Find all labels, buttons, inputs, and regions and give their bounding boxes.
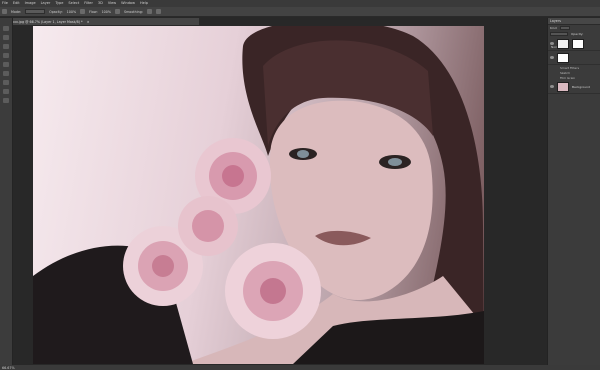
pressure-size-icon[interactable] bbox=[155, 9, 161, 14]
text-tool-icon[interactable] bbox=[3, 89, 9, 94]
eye-icon[interactable] bbox=[550, 42, 554, 45]
move-tool-icon[interactable] bbox=[3, 26, 9, 31]
filter-sketch-label: Sketch bbox=[560, 70, 571, 75]
pressure-opacity-icon[interactable] bbox=[80, 9, 86, 14]
document-canvas[interactable] bbox=[33, 26, 484, 364]
mode-select[interactable]: Normal bbox=[25, 9, 46, 26]
layer-mask-thumbnail[interactable] bbox=[572, 38, 584, 49]
lasso-tool-icon[interactable] bbox=[3, 44, 9, 49]
opacity-label: Opacity: bbox=[49, 9, 63, 14]
eye-icon[interactable] bbox=[550, 85, 554, 88]
tools-panel bbox=[0, 18, 13, 365]
gradient-tool-icon[interactable] bbox=[3, 80, 9, 85]
canvas-area bbox=[13, 25, 547, 365]
options-bar: Mode: Normal Opacity: 100% Flow: 100% Sm… bbox=[0, 7, 600, 26]
brush-tool-icon[interactable] bbox=[3, 62, 9, 67]
kind-label: Kind bbox=[550, 26, 557, 30]
photo-woman-with-roses bbox=[33, 26, 484, 364]
layer-name: Background bbox=[572, 84, 590, 89]
eraser-tool-icon[interactable] bbox=[3, 71, 9, 76]
layers-panel: Layers Kind Normal Opacity: Smart Filter… bbox=[547, 18, 600, 365]
flow-value[interactable]: 100% bbox=[102, 10, 111, 14]
close-icon[interactable]: × bbox=[87, 20, 90, 24]
status-bar: 66.67% bbox=[0, 365, 600, 370]
flow-label: Flow: bbox=[89, 9, 98, 14]
menu-edit[interactable]: Edit bbox=[13, 0, 20, 7]
menu-window[interactable]: Window bbox=[121, 0, 135, 7]
menu-image[interactable]: Image bbox=[25, 0, 36, 7]
marquee-tool-icon[interactable] bbox=[3, 35, 9, 40]
filter-film-grain-label: Film Grain bbox=[560, 75, 576, 80]
menu-type[interactable]: Type bbox=[55, 0, 63, 7]
smart-filters-label: Smart Filters bbox=[560, 65, 580, 70]
blend-mode-select[interactable]: Normal bbox=[550, 32, 568, 49]
menu-bar: File Edit Image Layer Type Select Filter… bbox=[0, 0, 600, 7]
smoothing-label: Smoothing: bbox=[124, 9, 143, 14]
layer-row[interactable] bbox=[548, 51, 600, 65]
layer-thumbnail bbox=[557, 52, 569, 63]
kind-select[interactable] bbox=[559, 26, 570, 30]
airbrush-icon[interactable] bbox=[115, 9, 120, 14]
zoom-tool-icon[interactable] bbox=[3, 98, 9, 103]
menu-view[interactable]: View bbox=[108, 0, 116, 7]
document-tab[interactable]: IMG_0xxx.jpg @ 66.7% (Layer 1, Layer Mas… bbox=[0, 18, 200, 25]
menu-layer[interactable]: Layer bbox=[41, 0, 51, 7]
document-title: IMG_0xxx.jpg @ 66.7% (Layer 1, Layer Mas… bbox=[2, 19, 83, 24]
zoom-level[interactable]: 66.67% bbox=[2, 366, 15, 370]
settings-icon[interactable] bbox=[146, 9, 152, 14]
layer-thumbnail bbox=[557, 81, 569, 92]
menu-select[interactable]: Select bbox=[68, 0, 79, 7]
opacity-value[interactable]: 100% bbox=[67, 10, 76, 14]
tab-layers[interactable]: Layers bbox=[548, 18, 600, 25]
menu-help[interactable]: Help bbox=[140, 0, 148, 7]
brush-icon[interactable] bbox=[2, 9, 7, 14]
layer-thumbnail bbox=[557, 38, 569, 49]
menu-filter[interactable]: Filter bbox=[84, 0, 93, 7]
menu-file[interactable]: File bbox=[2, 0, 8, 7]
layer-row[interactable]: Background bbox=[548, 80, 600, 94]
opacity-label: Opacity: bbox=[571, 32, 584, 36]
eye-icon[interactable] bbox=[550, 56, 554, 59]
crop-tool-icon[interactable] bbox=[3, 53, 9, 58]
tab-layers-label: Layers bbox=[550, 19, 561, 23]
menu-3d[interactable]: 3D bbox=[98, 0, 103, 7]
mode-label: Mode: bbox=[11, 9, 22, 14]
